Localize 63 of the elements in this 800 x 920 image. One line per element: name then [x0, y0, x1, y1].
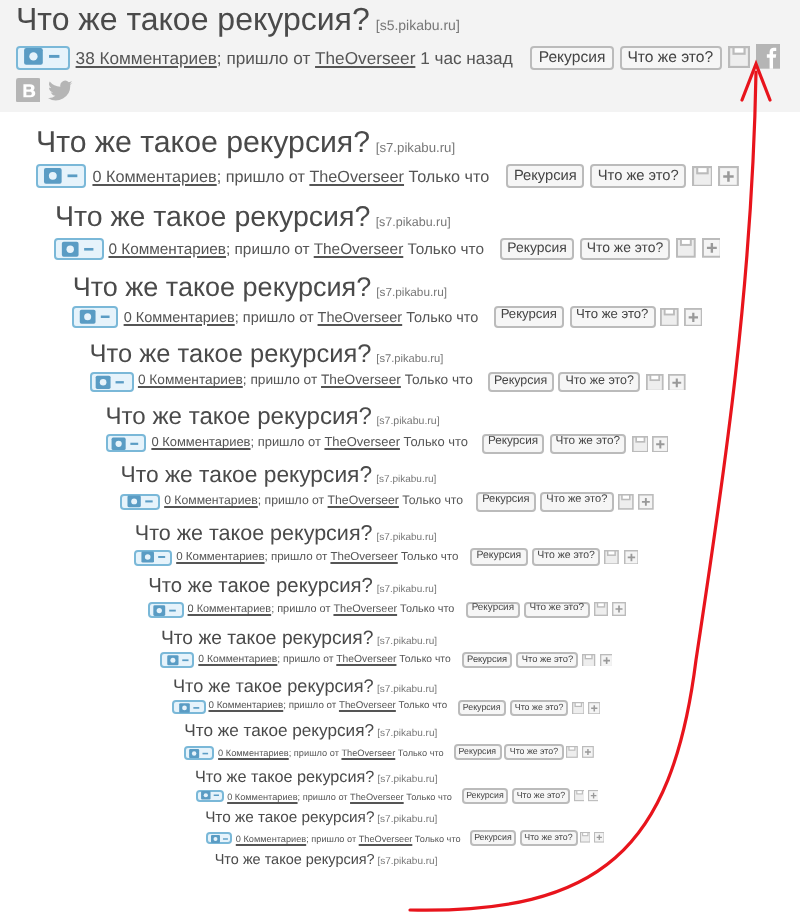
vk-icon[interactable]: [16, 77, 41, 103]
post-title[interactable]: Что же такое рекурсия?: [105, 403, 372, 431]
expand-icon[interactable]: [593, 832, 605, 844]
save-icon[interactable]: [617, 494, 634, 510]
post-title[interactable]: Что же такое рекурсия?: [184, 722, 374, 743]
expand-icon[interactable]: [588, 701, 601, 714]
save-icon[interactable]: [572, 701, 585, 714]
post-title[interactable]: Что же такое рекурсия?: [54, 201, 371, 234]
image-toggle-button[interactable]: [16, 45, 70, 70]
comments-link[interactable]: 38 Комментариев: [75, 47, 217, 68]
save-icon[interactable]: [675, 238, 696, 259]
expand-icon[interactable]: [718, 165, 740, 187]
image-toggle-button[interactable]: [134, 549, 173, 566]
image-toggle-button[interactable]: [105, 434, 147, 453]
image-toggle-button[interactable]: [172, 700, 206, 715]
image-toggle-button[interactable]: [89, 372, 134, 392]
post-title[interactable]: Что же такое рекурсия?: [16, 4, 370, 41]
post-byline: 38 Комментариев; пришло от TheOverseer 1 час назад: [75, 47, 513, 68]
post-title[interactable]: Что же такое рекурсия?: [195, 767, 375, 787]
expand-icon[interactable]: [652, 435, 669, 452]
save-icon[interactable]: [580, 832, 591, 844]
image-toggle-button[interactable]: [148, 602, 184, 618]
image-toggle-button[interactable]: [54, 237, 104, 260]
save-icon[interactable]: [727, 46, 750, 69]
author-link[interactable]: TheOverseer: [309, 167, 405, 186]
post-byline: 0 Комментариев; пришло от TheOverseer Только что: [92, 167, 490, 186]
save-icon[interactable]: [573, 790, 585, 802]
expand-icon[interactable]: [587, 790, 599, 802]
image-toggle-button[interactable]: [195, 790, 225, 803]
image-toggle-button[interactable]: [160, 652, 195, 668]
image-toggle-button[interactable]: [205, 832, 233, 844]
save-icon[interactable]: [604, 549, 620, 565]
expand-icon[interactable]: [581, 746, 594, 759]
image-toggle-button[interactable]: [36, 164, 87, 188]
facebook-icon[interactable]: [755, 44, 780, 70]
expand-icon[interactable]: [667, 373, 686, 391]
save-icon[interactable]: [631, 435, 648, 452]
image-toggle-button[interactable]: [120, 493, 160, 511]
image-toggle-button[interactable]: [184, 746, 215, 759]
expand-icon[interactable]: [611, 602, 626, 617]
expand-icon[interactable]: [637, 494, 654, 510]
expand-icon[interactable]: [623, 549, 639, 565]
save-icon[interactable]: [645, 373, 664, 391]
post-title[interactable]: Что же такое рекурсия?: [148, 575, 373, 599]
expand-icon[interactable]: [701, 238, 721, 259]
comments-link[interactable]: 0 Комментариев: [92, 167, 217, 186]
image-toggle-button[interactable]: [72, 306, 119, 328]
post-title[interactable]: Что же такое рекурсия?: [36, 126, 371, 161]
save-icon[interactable]: [692, 165, 713, 187]
expand-icon[interactable]: [684, 307, 703, 327]
save-icon[interactable]: [566, 746, 579, 759]
bird-icon[interactable]: [48, 77, 74, 103]
expand-icon[interactable]: [599, 653, 613, 667]
save-icon[interactable]: [660, 307, 680, 327]
save-icon[interactable]: [582, 653, 596, 667]
post-title[interactable]: Что же такое рекурсия?: [134, 521, 373, 546]
author-link[interactable]: TheOverseer: [315, 47, 416, 68]
post-title[interactable]: Что же такое рекурсия?: [89, 339, 372, 369]
post-title[interactable]: Что же такое рекурсия?: [160, 627, 374, 650]
post-title[interactable]: Что же такое рекурсия?: [72, 272, 372, 304]
post-title[interactable]: Что же такое рекурсия?: [172, 676, 374, 698]
save-icon[interactable]: [593, 602, 608, 617]
post-title[interactable]: Что же такое рекурсия?: [120, 463, 373, 490]
